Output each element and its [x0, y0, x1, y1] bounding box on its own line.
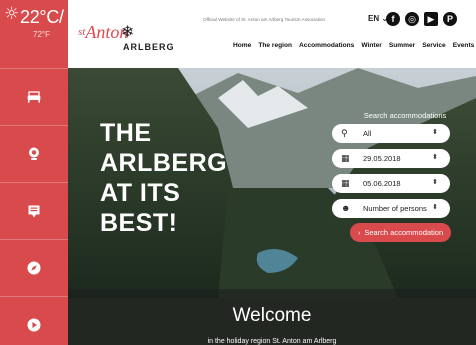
logo-subtitle: ARLBERG [123, 42, 175, 52]
hero-section: THE ARLBERG AT ITS BEST! Search accommod… [68, 68, 476, 345]
bed-icon [27, 91, 41, 103]
temperature-fahrenheit: 72°F [33, 30, 50, 39]
select-caret-icon: ⬍ [432, 179, 438, 186]
headline-line-4: BEST! [100, 209, 178, 237]
nav-item-the-region[interactable]: The region [258, 42, 292, 49]
facebook-icon[interactable]: f [386, 12, 400, 26]
headline-line-2: ARLBERG [100, 149, 228, 177]
official-website-text[interactable]: Official Website of St. Anton am Arlberg… [203, 17, 325, 22]
nav-item-winter[interactable]: Winter [361, 42, 381, 49]
nav-item-events[interactable]: Events [453, 42, 475, 49]
sidebar-item-map[interactable] [0, 239, 68, 296]
headline-line-3: AT ITS [100, 179, 181, 207]
persons-icon: ☻ [341, 203, 351, 213]
calendar-icon: ▦ [341, 178, 350, 188]
play-icon [27, 318, 41, 332]
snowflake-logo-icon: ❄ [121, 22, 135, 41]
search-accommodation-button[interactable]: › Search accommodation [350, 223, 451, 242]
location-select[interactable]: ⚲ All ⬍ [332, 124, 450, 143]
temperature-celsius: 22°C/ [20, 7, 64, 27]
main-navigation: Home The region Accommodations Winter Su… [233, 42, 474, 49]
nav-item-home[interactable]: Home [233, 42, 251, 49]
select-caret-icon: ⬍ [432, 204, 438, 211]
webcam-icon [29, 147, 39, 160]
persons-select[interactable]: ☻ Number of persons ⬍ [332, 199, 450, 218]
welcome-subtitle: in the holiday region St. Anton am Arlbe… [207, 338, 337, 345]
globe-icon[interactable]: ◎ [405, 12, 419, 26]
sidebar-item-brochures[interactable] [0, 182, 68, 239]
chevron-right-icon: › [357, 228, 361, 237]
brochure-icon [28, 205, 40, 217]
sidebar-item-video[interactable] [0, 296, 68, 345]
sidebar-item-accommodation[interactable] [0, 68, 68, 125]
weather-widget[interactable]: ☼ 22°C/ 72°F [0, 0, 68, 68]
arrival-date-field[interactable]: ▦ 29.05.2018 ⬍ [332, 149, 450, 168]
compass-icon [27, 261, 41, 275]
location-pin-icon: ⚲ [341, 128, 348, 138]
search-accommodations-title: Search accommodations [363, 111, 447, 120]
nav-item-accommodations[interactable]: Accommodations [299, 42, 354, 49]
calendar-icon: ▦ [341, 153, 350, 163]
nav-item-service[interactable]: Service [422, 42, 445, 49]
welcome-title: Welcome [232, 305, 312, 326]
youtube-icon[interactable]: ▶ [424, 12, 438, 26]
sun-cloud-icon: ☼ [4, 4, 20, 24]
hero-headline: THE ARLBERG AT ITS BEST! [100, 118, 227, 238]
pinterest-icon[interactable]: P [443, 12, 457, 26]
headline-line-1: THE [100, 119, 152, 147]
select-caret-icon: ⬍ [432, 129, 438, 136]
select-caret-icon: ⬍ [432, 154, 438, 161]
sidebar-rail: ☼ 22°C/ 72°F [0, 0, 68, 345]
departure-date-field[interactable]: ▦ 05.06.2018 ⬍ [332, 174, 450, 193]
nav-item-summer[interactable]: Summer [389, 42, 415, 49]
sidebar-item-webcams[interactable] [0, 125, 68, 182]
site-header: stAnton ❄ ARLBERG Official Website of St… [68, 0, 476, 68]
